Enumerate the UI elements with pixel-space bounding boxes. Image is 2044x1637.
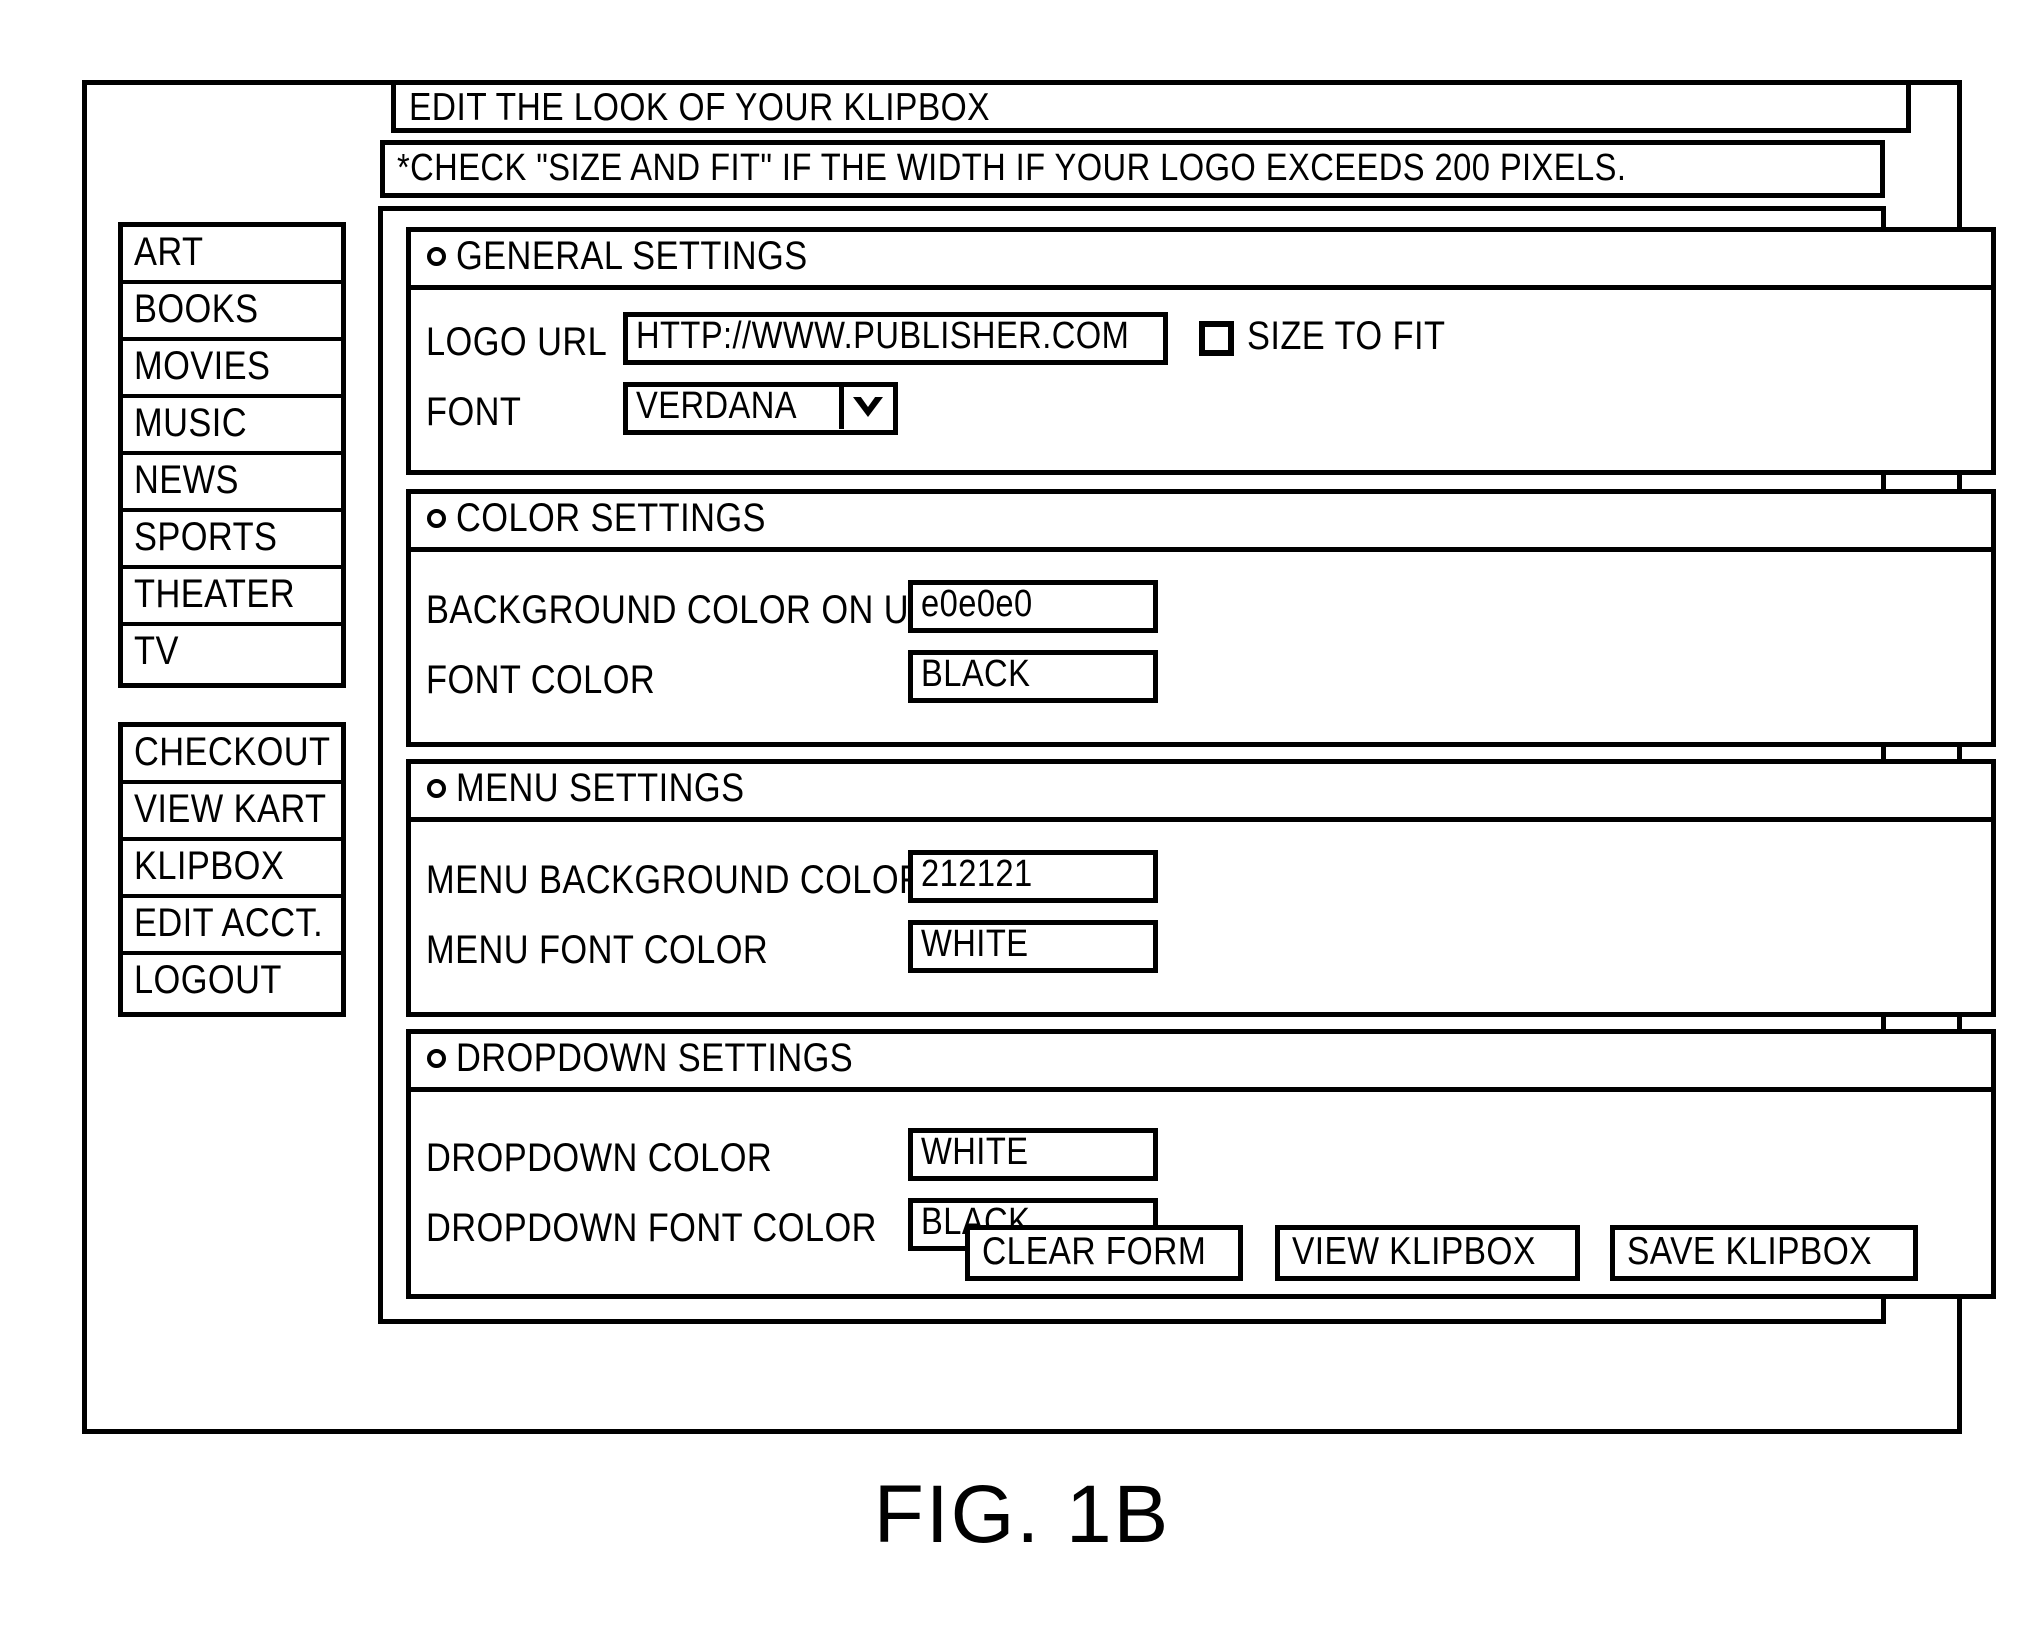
section-color-header[interactable]: COLOR SETTINGS [411,494,1991,552]
sidebar-item-books[interactable]: BOOKS [123,284,341,341]
save-klipbox-button[interactable]: SAVE KLIPBOX [1610,1225,1918,1281]
logo-url-input[interactable]: HTTP://WWW.PUBLISHER.COM [623,312,1168,365]
section-title: DROPDOWN SETTINGS [456,1036,854,1080]
dropdown-color-input[interactable]: WHITE [908,1128,1158,1181]
sidebar-item-theater[interactable]: THEATER [123,569,341,626]
menu-background-color-input[interactable]: 212121 [908,850,1158,903]
radio-icon[interactable] [427,247,446,266]
form-row-menu-background-color: MENU BACKGROUND COLOR 212121 [411,850,1991,912]
font-label: FONT [426,390,522,434]
view-klipbox-label: VIEW KLIPBOX [1292,1230,1536,1273]
view-klipbox-button[interactable]: VIEW KLIPBOX [1275,1225,1580,1281]
size-to-fit-label: SIZE TO FIT [1247,314,1446,358]
background-color-value: e0e0e0 [921,583,1033,625]
sidebar-item-label: LOGOUT [134,958,282,1002]
save-klipbox-label: SAVE KLIPBOX [1627,1230,1873,1273]
form-row-dropdown-color: DROPDOWN COLOR WHITE [411,1128,1991,1190]
background-color-input[interactable]: e0e0e0 [908,580,1158,633]
radio-icon[interactable] [427,1049,446,1068]
sidebar-categories-menu: ART BOOKS MOVIES MUSIC NEWS SPORTS THEAT… [118,222,346,688]
section-menu-header[interactable]: MENU SETTINGS [411,764,1991,822]
font-value: VERDANA [636,385,798,427]
instruction-note: *CHECK "SIZE AND FIT" IF THE WIDTH IF YO… [397,147,1627,189]
section-title: GENERAL SETTINGS [456,234,808,278]
sidebar-item-label: EDIT ACCT. [134,901,324,945]
sidebar-item-music[interactable]: MUSIC [123,398,341,455]
sidebar-account-menu: CHECKOUT VIEW KART KLIPBOX EDIT ACCT. LO… [118,722,346,1017]
clear-form-button[interactable]: CLEAR FORM [965,1225,1243,1281]
font-color-value: BLACK [921,653,1031,695]
sidebar-item-label: ART [134,230,204,274]
font-select[interactable]: VERDANA [623,382,898,435]
logo-url-value: HTTP://WWW.PUBLISHER.COM [636,315,1130,357]
chevron-down-icon [853,393,883,417]
sidebar-item-label: SPORTS [134,515,278,559]
section-menu-body: MENU BACKGROUND COLOR 212121 MENU FONT C… [411,822,1991,1012]
sidebar-item-edit-acct[interactable]: EDIT ACCT. [123,898,341,955]
sidebar-item-label: BOOKS [134,287,259,331]
dropdown-color-label: DROPDOWN COLOR [426,1136,773,1180]
sidebar-item-label: MUSIC [134,401,247,445]
form-row-menu-font-color: MENU FONT COLOR WHITE [411,920,1991,982]
section-menu-settings: MENU SETTINGS MENU BACKGROUND COLOR 2121… [406,759,1996,1017]
form-row-logo-url: LOGO URL HTTP://WWW.PUBLISHER.COM SIZE T… [411,312,1991,374]
page-title: EDIT THE LOOK OF YOUR KLIPBOX [409,86,990,129]
settings-form-panel: GENERAL SETTINGS LOGO URL HTTP://WWW.PUB… [378,206,1996,1324]
sidebar-item-art[interactable]: ART [123,227,341,284]
radio-icon[interactable] [427,779,446,798]
section-color-body: BACKGROUND COLOR ON URL e0e0e0 FONT COLO… [411,552,1991,742]
sidebar-item-news[interactable]: NEWS [123,455,341,512]
clear-form-label: CLEAR FORM [982,1230,1207,1273]
form-row-font: FONT VERDANA [411,382,1991,444]
patent-figure-page: ART BOOKS MOVIES MUSIC NEWS SPORTS THEAT… [0,0,2044,1637]
sidebar-item-logout[interactable]: LOGOUT [123,955,341,1012]
form-row-font-color: FONT COLOR BLACK [411,650,1991,712]
section-title: MENU SETTINGS [456,766,745,810]
font-color-input[interactable]: BLACK [908,650,1158,703]
logo-url-label: LOGO URL [426,320,608,364]
font-select-arrow-cell[interactable] [839,386,894,429]
radio-icon[interactable] [427,509,446,528]
sidebar-item-label: KLIPBOX [134,844,285,888]
menu-font-color-label: MENU FONT COLOR [426,928,769,972]
page-title-bar: EDIT THE LOOK OF YOUR KLIPBOX [391,80,1911,133]
sidebar-item-movies[interactable]: MOVIES [123,341,341,398]
sidebar-item-label: CHECKOUT [134,730,331,774]
sidebar-item-sports[interactable]: SPORTS [123,512,341,569]
menu-background-color-value: 212121 [921,853,1033,895]
section-general-body: LOGO URL HTTP://WWW.PUBLISHER.COM SIZE T… [411,290,1991,470]
figure-caption: FIG. 1B [873,1469,1171,1560]
form-row-background-color: BACKGROUND COLOR ON URL e0e0e0 [411,580,1991,642]
instruction-note-bar: *CHECK "SIZE AND FIT" IF THE WIDTH IF YO… [380,140,1885,198]
sidebar-item-label: THEATER [134,572,296,616]
sidebar-item-label: TV [134,629,179,673]
sidebar-item-klipbox[interactable]: KLIPBOX [123,841,341,898]
section-title: COLOR SETTINGS [456,496,766,540]
section-general-header[interactable]: GENERAL SETTINGS [411,232,1991,290]
sidebar-item-view-kart[interactable]: VIEW KART [123,784,341,841]
section-color-settings: COLOR SETTINGS BACKGROUND COLOR ON URL e… [406,489,1996,747]
menu-font-color-value: WHITE [921,923,1029,965]
section-dropdown-header[interactable]: DROPDOWN SETTINGS [411,1034,1991,1092]
sidebar-item-tv[interactable]: TV [123,626,341,683]
menu-background-color-label: MENU BACKGROUND COLOR [426,858,925,902]
menu-font-color-input[interactable]: WHITE [908,920,1158,973]
background-color-label: BACKGROUND COLOR ON URL [426,588,954,632]
checkbox-icon[interactable] [1199,321,1234,356]
font-color-label: FONT COLOR [426,658,656,702]
sidebar-item-label: MOVIES [134,344,271,388]
dropdown-color-value: WHITE [921,1131,1029,1173]
dropdown-font-color-label: DROPDOWN FONT COLOR [426,1206,877,1250]
sidebar-item-checkout[interactable]: CHECKOUT [123,727,341,784]
sidebar-item-label: NEWS [134,458,239,502]
section-general-settings: GENERAL SETTINGS LOGO URL HTTP://WWW.PUB… [406,227,1996,475]
sidebar-item-label: VIEW KART [134,787,327,831]
